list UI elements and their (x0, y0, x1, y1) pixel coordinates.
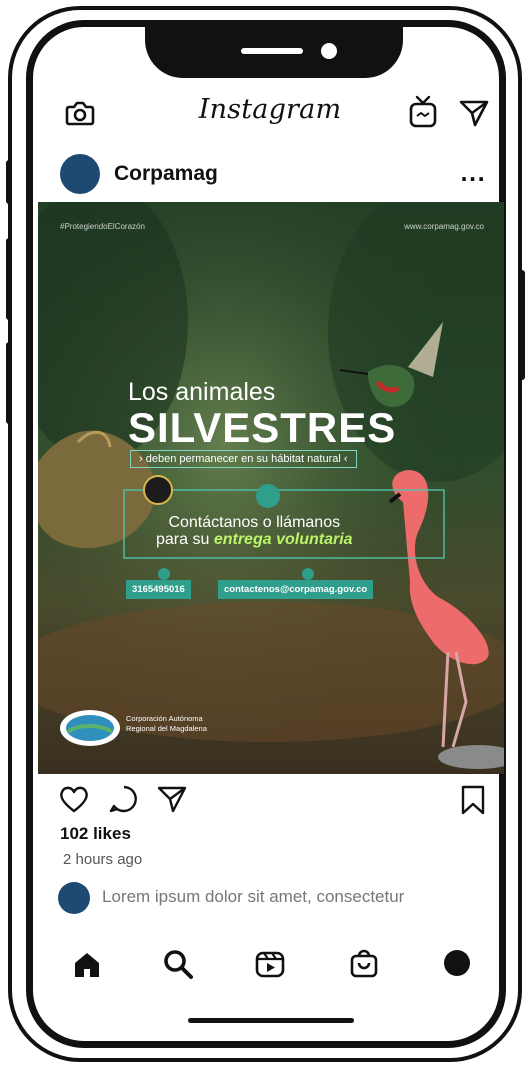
direct-message-icon[interactable] (458, 98, 490, 128)
image-hashtag: #ProtegiendoElCorazón (60, 222, 145, 231)
igtv-icon[interactable] (408, 94, 438, 130)
image-org-line-2: Regional del Magdalena (126, 724, 207, 733)
home-indicator[interactable] (188, 1018, 354, 1023)
post-image[interactable]: #ProtegiendoElCorazón www.corpamag.gov.c… (38, 202, 504, 774)
search-icon[interactable] (162, 948, 194, 980)
commenter-avatar (58, 882, 90, 914)
image-handle: www.corpamag.gov.co (404, 222, 484, 231)
comment-row[interactable]: Lorem ipsum dolor sit amet, consectetur (40, 880, 500, 916)
image-contact-line-2: para su entrega voluntaria (156, 531, 353, 548)
post-timestamp: 2 hours ago (63, 851, 143, 868)
profile-icon[interactable] (444, 950, 470, 976)
more-options-icon[interactable]: ... (460, 162, 486, 186)
comment-input[interactable]: Lorem ipsum dolor sit amet, consectetur (102, 887, 404, 907)
image-org-line-1: Corporación Autónoma (126, 714, 203, 723)
heart-icon[interactable] (58, 784, 90, 814)
notch (145, 22, 403, 78)
image-contact-text: Contáctanos o llámanos para su entrega v… (156, 514, 353, 548)
avatar[interactable] (60, 154, 100, 194)
bookmark-icon[interactable] (460, 784, 486, 816)
shop-icon[interactable] (348, 946, 380, 980)
image-headline-1: Los animales (128, 378, 276, 406)
image-headline-2: SILVESTRES (128, 404, 397, 451)
share-icon[interactable] (156, 784, 188, 814)
likes-count[interactable]: 102 likes (60, 824, 131, 844)
image-subline: › deben permanecer en su hábitat natural… (130, 450, 357, 468)
post-username[interactable]: Corpamag (114, 162, 218, 186)
image-contact-emphasis: entrega voluntaria (213, 531, 353, 548)
speaker (241, 48, 303, 54)
image-email: contactenos@corpamag.gov.co (218, 580, 374, 599)
image-contact-prefix: para su (156, 531, 210, 548)
post-photo (38, 202, 504, 774)
post-header: Corpamag ... (40, 150, 500, 198)
home-icon[interactable] (72, 950, 102, 980)
comment-icon[interactable] (108, 784, 140, 814)
image-contact-line-1: Contáctanos o llámanos (168, 514, 341, 531)
bottom-nav (40, 942, 500, 986)
top-bar: Instagram (40, 92, 500, 138)
front-camera (321, 43, 337, 59)
post-actions (40, 780, 500, 820)
image-org-name: Corporación Autónoma Regional del Magdal… (126, 714, 207, 734)
reels-icon[interactable] (254, 948, 286, 980)
image-phone: 3165495016 (126, 580, 191, 599)
